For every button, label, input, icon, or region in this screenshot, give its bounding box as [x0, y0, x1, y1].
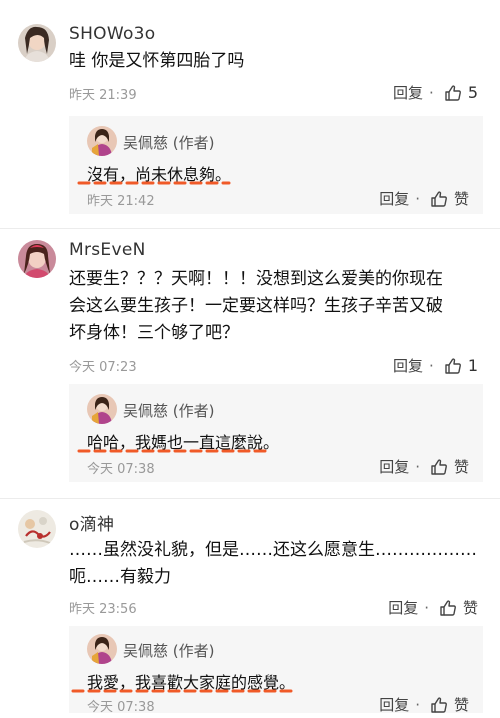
comment-actions: 回复 · 1: [393, 355, 478, 376]
comment-time: 昨天 21:39: [69, 88, 137, 103]
separator: ·: [415, 457, 420, 476]
like-button-label[interactable]: 赞: [454, 456, 469, 477]
separator: ·: [424, 598, 429, 617]
separator: ·: [429, 356, 434, 375]
avatar[interactable]: [18, 24, 56, 62]
reply-button[interactable]: 回复: [388, 597, 418, 618]
comment-text-line: 坏身体！三个够了吧？: [69, 323, 239, 343]
avatar[interactable]: [18, 240, 56, 278]
avatar[interactable]: [18, 510, 56, 548]
comment-text: 还要生？？？天啊！！！没想到这么爱美的你现在 会这么要生孩子！一定要这样吗？生孩…: [69, 266, 479, 347]
thumb-up-icon[interactable]: [444, 357, 462, 375]
avatar[interactable]: [87, 394, 117, 424]
thumb-up-icon[interactable]: [444, 84, 462, 102]
separator: ·: [429, 83, 434, 102]
comment-text-line: ……虽然没礼貌，但是……还这么愿意生………………: [69, 540, 477, 560]
like-button-label[interactable]: 赞: [463, 597, 478, 618]
thumb-up-icon[interactable]: [439, 599, 457, 617]
reply-actions: 回复 · 赞: [379, 456, 469, 477]
reply-actions: 回复 · 赞: [379, 188, 469, 209]
separator: ·: [415, 189, 420, 208]
comment-actions: 回复 · 赞: [388, 597, 478, 618]
author-reply: 吴佩慈 (作者) 我愛，我喜歡大家庭的感覺。 今天 07:38 回复 · 赞: [69, 626, 483, 715]
comment-text: ……虽然没礼貌，但是……还这么愿意生……………… 呃……有毅力: [69, 537, 479, 591]
reply-button[interactable]: 回复: [393, 355, 423, 376]
reply-username[interactable]: 吴佩慈 (作者): [123, 400, 214, 421]
like-count: 5: [467, 83, 478, 102]
comment-actions: 回复 · 5: [393, 82, 478, 103]
thumb-up-icon[interactable]: [430, 458, 448, 476]
reply-time: 今天 07:38: [87, 462, 155, 477]
underline-annotation: [77, 449, 271, 453]
comment-time: 昨天 23:56: [69, 602, 137, 617]
underline-annotation: [71, 689, 297, 693]
like-count: 1: [467, 356, 478, 375]
comment-text: 哇 你是又怀第四胎了吗: [69, 51, 245, 71]
comment-time: 今天 07:23: [69, 360, 137, 375]
reply-button[interactable]: 回复: [393, 82, 423, 103]
divider: [0, 498, 500, 499]
reply-username[interactable]: 吴佩慈 (作者): [123, 640, 214, 661]
thumb-up-icon[interactable]: [430, 190, 448, 208]
divider: [0, 228, 500, 229]
reply-button[interactable]: 回复: [379, 188, 409, 209]
thumb-up-icon[interactable]: [430, 696, 448, 714]
comment-text-line: 还要生？？？天啊！！！没想到这么爱美的你现在: [69, 269, 443, 289]
author-reply: 吴佩慈 (作者) 哈哈，我媽也一直這麼說。 今天 07:38 回复 · 赞: [69, 384, 483, 482]
avatar[interactable]: [87, 126, 117, 156]
author-reply: 吴佩慈 (作者) 沒有，尚未休息夠。 昨天 21:42 回复 · 赞: [69, 116, 483, 214]
underline-annotation: [77, 181, 231, 185]
like-button-label[interactable]: 赞: [454, 694, 469, 715]
comment-username[interactable]: SHOWo3o: [69, 24, 156, 44]
reply-button[interactable]: 回复: [379, 456, 409, 477]
like-button-label[interactable]: 赞: [454, 188, 469, 209]
reply-time: 昨天 21:42: [87, 194, 155, 209]
reply-actions: 回复 · 赞: [379, 694, 469, 715]
reply-username[interactable]: 吴佩慈 (作者): [123, 132, 214, 153]
comment-username[interactable]: o滴神: [69, 510, 114, 535]
comment-text-line: 呃……有毅力: [69, 567, 171, 587]
comment-username[interactable]: MrsEveN: [69, 240, 146, 260]
reply-time: 今天 07:38: [87, 700, 155, 715]
comment-text-line: 会这么要生孩子！一定要这样吗？生孩子辛苦又破: [69, 296, 443, 316]
avatar[interactable]: [87, 634, 117, 664]
reply-button[interactable]: 回复: [379, 694, 409, 715]
separator: ·: [415, 695, 420, 714]
